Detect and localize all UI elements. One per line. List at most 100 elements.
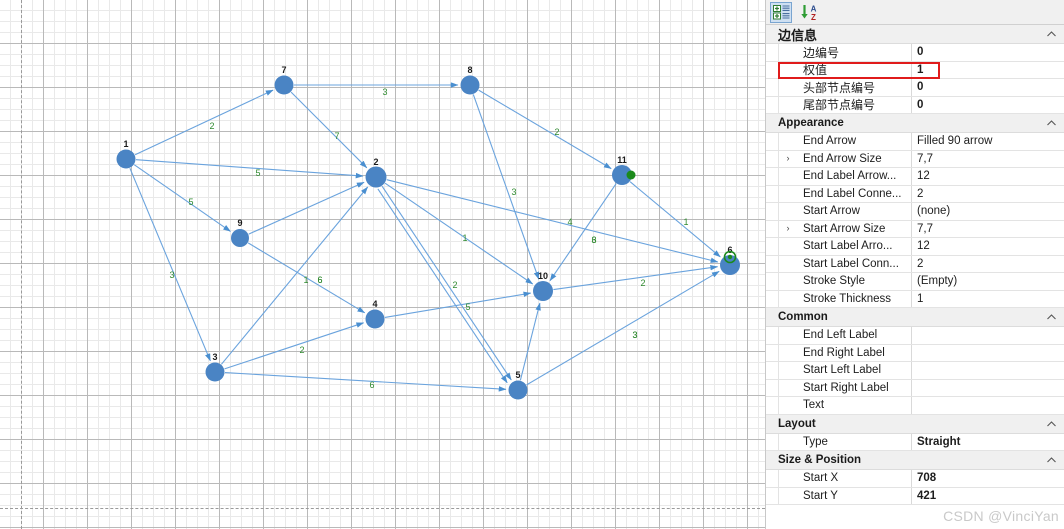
property-name-cell: Stroke Thickness	[779, 290, 912, 307]
property-name-cell: End Right Label	[779, 344, 912, 361]
property-row[interactable]: End Label Conne... 2	[766, 185, 1064, 203]
property-value-cell[interactable]: 0	[912, 79, 1064, 96]
property-row[interactable]: Text	[766, 397, 1064, 415]
property-value-cell[interactable]: 0	[912, 44, 1064, 61]
graph-edge[interactable]	[472, 94, 540, 280]
property-value-cell[interactable]: 12	[912, 238, 1064, 255]
property-value-cell[interactable]: 7,7	[912, 151, 1064, 168]
property-value-cell[interactable]	[912, 397, 1064, 414]
property-value-cell[interactable]: 708	[912, 470, 1064, 487]
property-name-cell: End Label Arrow...	[779, 168, 912, 185]
graph-node[interactable]	[508, 380, 528, 400]
graph-edge[interactable]	[381, 185, 512, 381]
property-row[interactable]: Start Left Label	[766, 362, 1064, 380]
property-name-label: End Right Label	[803, 346, 885, 359]
property-value-cell[interactable]: Filled 90 arrow	[912, 133, 1064, 150]
property-row[interactable]: Stroke Thickness 1	[766, 290, 1064, 308]
property-row[interactable]: Stroke Style (Empty)	[766, 273, 1064, 291]
property-value-cell[interactable]: Straight	[912, 434, 1064, 451]
property-value-cell[interactable]: 12	[912, 168, 1064, 185]
graph-edge[interactable]	[133, 164, 231, 232]
property-value-cell[interactable]: 2	[912, 186, 1064, 203]
graph-edge[interactable]	[386, 179, 719, 263]
graph-edge[interactable]	[134, 89, 274, 156]
property-row[interactable]: Start X 708	[766, 470, 1064, 488]
property-row[interactable]: › Start Arrow Size 7,7	[766, 220, 1064, 238]
property-value-cell[interactable]	[912, 327, 1064, 344]
graph-edge[interactable]	[129, 167, 211, 362]
graph-edge[interactable]	[224, 322, 365, 370]
property-value-cell[interactable]: 1	[912, 62, 1064, 79]
graph-node[interactable]	[116, 149, 136, 169]
graph-node[interactable]	[231, 229, 249, 247]
graph-canvas[interactable]: 25533723661261325361234 1 2 3 4 5 6 7 8 9 10 11	[0, 0, 765, 529]
graph-edge[interactable]	[248, 181, 365, 235]
graph-node[interactable]	[365, 166, 387, 188]
graph-edge[interactable]	[629, 181, 721, 258]
chevron-up-icon[interactable]	[1046, 419, 1057, 430]
property-name-label: End Label Arrow...	[803, 170, 897, 183]
property-group-header[interactable]: Appearance	[766, 114, 1064, 133]
graph-edge[interactable]	[478, 89, 612, 170]
property-value-cell[interactable]: (Empty)	[912, 273, 1064, 290]
property-value-cell[interactable]: (none)	[912, 203, 1064, 220]
property-row[interactable]: 权值 1	[766, 61, 1064, 79]
graph-edge[interactable]	[377, 188, 508, 384]
graph-node[interactable]	[460, 75, 480, 95]
chevron-up-icon[interactable]	[1046, 118, 1057, 129]
graph-edge[interactable]	[384, 291, 532, 318]
categorized-view-button[interactable]	[770, 1, 792, 23]
graph-edge[interactable]	[224, 372, 507, 392]
graph-diagram[interactable]: 255337 23661261 325361234 1234567 891011	[0, 0, 765, 529]
property-row[interactable]: Start Arrow (none)	[766, 203, 1064, 221]
property-row[interactable]: Start Y 421	[766, 487, 1064, 505]
property-row-indent	[766, 238, 779, 255]
property-group-header[interactable]: Size & Position	[766, 451, 1064, 470]
property-value-cell[interactable]	[912, 362, 1064, 379]
edge-start-handle[interactable]	[626, 170, 636, 180]
property-row[interactable]: › End Arrow Size 7,7	[766, 150, 1064, 168]
sort-alphabetical-button[interactable]: A Z	[798, 2, 820, 23]
edge-weight-label: 5	[255, 168, 260, 178]
property-row[interactable]: Type Straight	[766, 433, 1064, 451]
graph-node-label: 7	[281, 65, 286, 75]
chevron-right-icon[interactable]: ›	[783, 224, 793, 233]
property-value-cell[interactable]	[912, 380, 1064, 397]
property-row[interactable]: End Left Label	[766, 327, 1064, 345]
graph-node[interactable]	[205, 362, 225, 382]
graph-edge[interactable]	[549, 183, 617, 282]
edge-weight-label: 2	[299, 345, 304, 355]
property-value-cell[interactable]: 7,7	[912, 221, 1064, 238]
property-row[interactable]: 边编号 0	[766, 44, 1064, 62]
chevron-up-icon[interactable]	[1046, 455, 1057, 466]
chevron-up-icon[interactable]	[1046, 312, 1057, 323]
property-value-cell[interactable]: 2	[912, 256, 1064, 273]
property-row[interactable]: Start Right Label	[766, 379, 1064, 397]
property-row[interactable]: 头部节点编号 0	[766, 79, 1064, 97]
graph-node[interactable]	[274, 75, 294, 95]
graph-node[interactable]	[365, 309, 385, 329]
graph-edge[interactable]	[290, 91, 368, 169]
property-row[interactable]: End Label Arrow... 12	[766, 168, 1064, 186]
property-row-indent	[766, 273, 779, 290]
property-value-cell[interactable]: 421	[912, 488, 1064, 505]
property-group-header[interactable]: Layout	[766, 414, 1064, 434]
property-row[interactable]: End Right Label	[766, 344, 1064, 362]
property-group-header[interactable]: Common	[766, 308, 1064, 327]
property-group-header[interactable]: 边信息	[766, 25, 1064, 44]
property-row[interactable]: 尾部节点编号 0	[766, 96, 1064, 114]
property-value-cell[interactable]	[912, 345, 1064, 362]
chevron-right-icon[interactable]: ›	[783, 154, 793, 163]
graph-edge[interactable]	[526, 270, 720, 386]
property-row[interactable]: Start Label Conn... 2	[766, 255, 1064, 273]
graph-node[interactable]	[533, 281, 553, 301]
chevron-up-icon[interactable]	[1046, 29, 1057, 40]
property-row[interactable]: End Arrow Filled 90 arrow	[766, 133, 1064, 151]
property-value-cell[interactable]: 1	[912, 291, 1064, 308]
property-row[interactable]: Start Label Arro... 12	[766, 238, 1064, 256]
property-value-cell[interactable]: 0	[912, 97, 1064, 114]
graph-edge[interactable]	[519, 302, 541, 381]
graph-edge[interactable]	[135, 159, 364, 179]
property-name-label: Start Arrow Size	[803, 222, 886, 235]
edge-end-handle-dot[interactable]	[727, 254, 733, 260]
